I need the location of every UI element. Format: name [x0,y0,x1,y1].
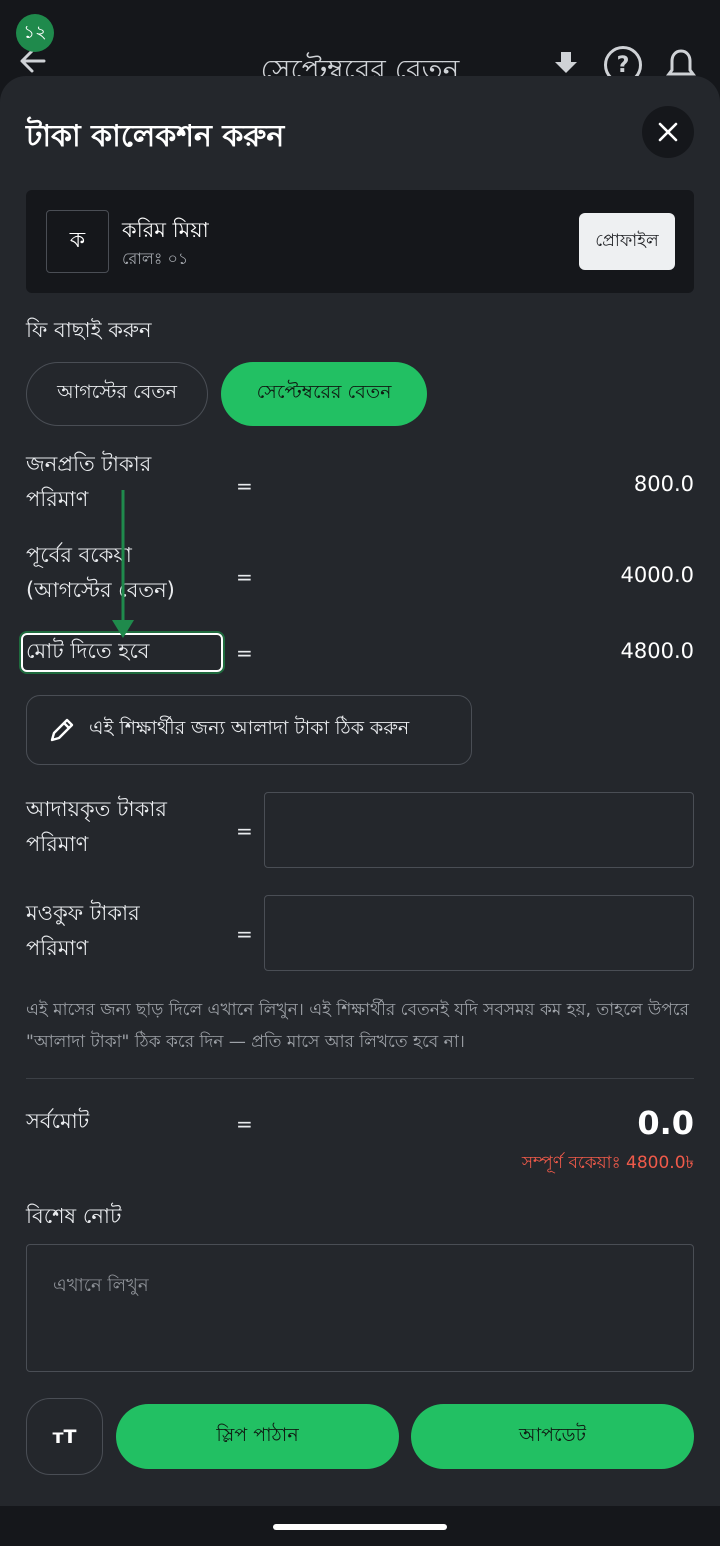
special-note-label: বিশেষ নোট [26,1204,122,1228]
total-due-text: সম্পূর্ণ বকেয়াঃ 4800.0৳ [521,1153,694,1173]
font-size-icon: ᴛT [52,1425,77,1448]
waived-amount-input[interactable] [264,895,694,971]
home-indicator[interactable] [273,1524,447,1530]
total-payable-equals: = [236,641,253,665]
note-placeholder: এখানে লিখুন [53,1275,149,1296]
special-note-input[interactable]: এখানে লিখুন [26,1244,694,1372]
student-roll: রোলঃ ০১ [122,249,189,268]
fee-select-label: ফি বাছাই করুন [26,318,152,342]
profile-button[interactable]: প্রোফাইল [579,213,675,270]
per-person-equals: = [236,474,253,498]
fee-chip-august[interactable]: আগস্টের বেতন [26,362,208,426]
download-icon[interactable] [552,50,580,78]
collected-equals: = [236,819,253,843]
collected-amount-input[interactable] [264,792,694,868]
update-button[interactable]: আপডেট [411,1404,694,1469]
pencil-icon [50,718,74,742]
sheet-title: টাকা কালেকশন করুন [26,119,285,154]
grand-total-value: 0.0 [637,1104,694,1142]
app-bar: সেপ্টেম্বরের বেতন ? [0,0,720,80]
grand-total-equals: = [236,1112,253,1136]
previous-due-equals: = [236,565,253,589]
student-name: করিম মিয়া [122,218,209,242]
waived-equals: = [236,922,253,946]
fee-chip-september[interactable]: সেপ্টেম্বরের বেতন [221,362,427,426]
system-nav-bar [0,1506,720,1546]
close-icon [658,122,678,142]
collect-money-sheet: টাকা কালেকশন করুন ক করিম মিয়া রোলঃ ০১ প… [0,76,720,1506]
avatar: ক [46,210,109,273]
waiver-hint-text: এই মাসের জন্য ছাড় দিলে এখানে লিখুন। এই … [26,1000,689,1052]
grand-total-label: সর্বমোট [26,1109,90,1133]
previous-due-value: 4000.0 [620,563,694,587]
total-payable-value: 4800.0 [620,639,694,663]
previous-due-label: পূর্বের বকেয়া (আগস্টের বেতন) [26,543,175,602]
custom-amount-button[interactable]: এই শিক্ষার্থীর জন্য আলাদা টাকা ঠিক করুন [26,695,472,765]
student-card: ক করিম মিয়া রোলঃ ০১ প্রোফাইল [26,190,694,293]
font-size-button[interactable]: ᴛT [26,1398,103,1475]
collected-amount-label: আদায়কৃত টাকার পরিমাণ [26,797,167,856]
annotation-arrow-icon [112,490,134,638]
step-badge: ১২ [16,14,54,52]
waived-amount-label: মওকুফ টাকার পরিমাণ [26,901,140,960]
send-slip-button[interactable]: স্লিপ পাঠান [116,1404,399,1469]
divider [26,1078,694,1079]
close-button[interactable] [642,106,694,158]
custom-amount-label: এই শিক্ষার্থীর জন্য আলাদা টাকা ঠিক করুন [89,717,410,739]
help-icon[interactable]: ? [604,46,642,80]
per-person-value: 800.0 [633,472,694,496]
